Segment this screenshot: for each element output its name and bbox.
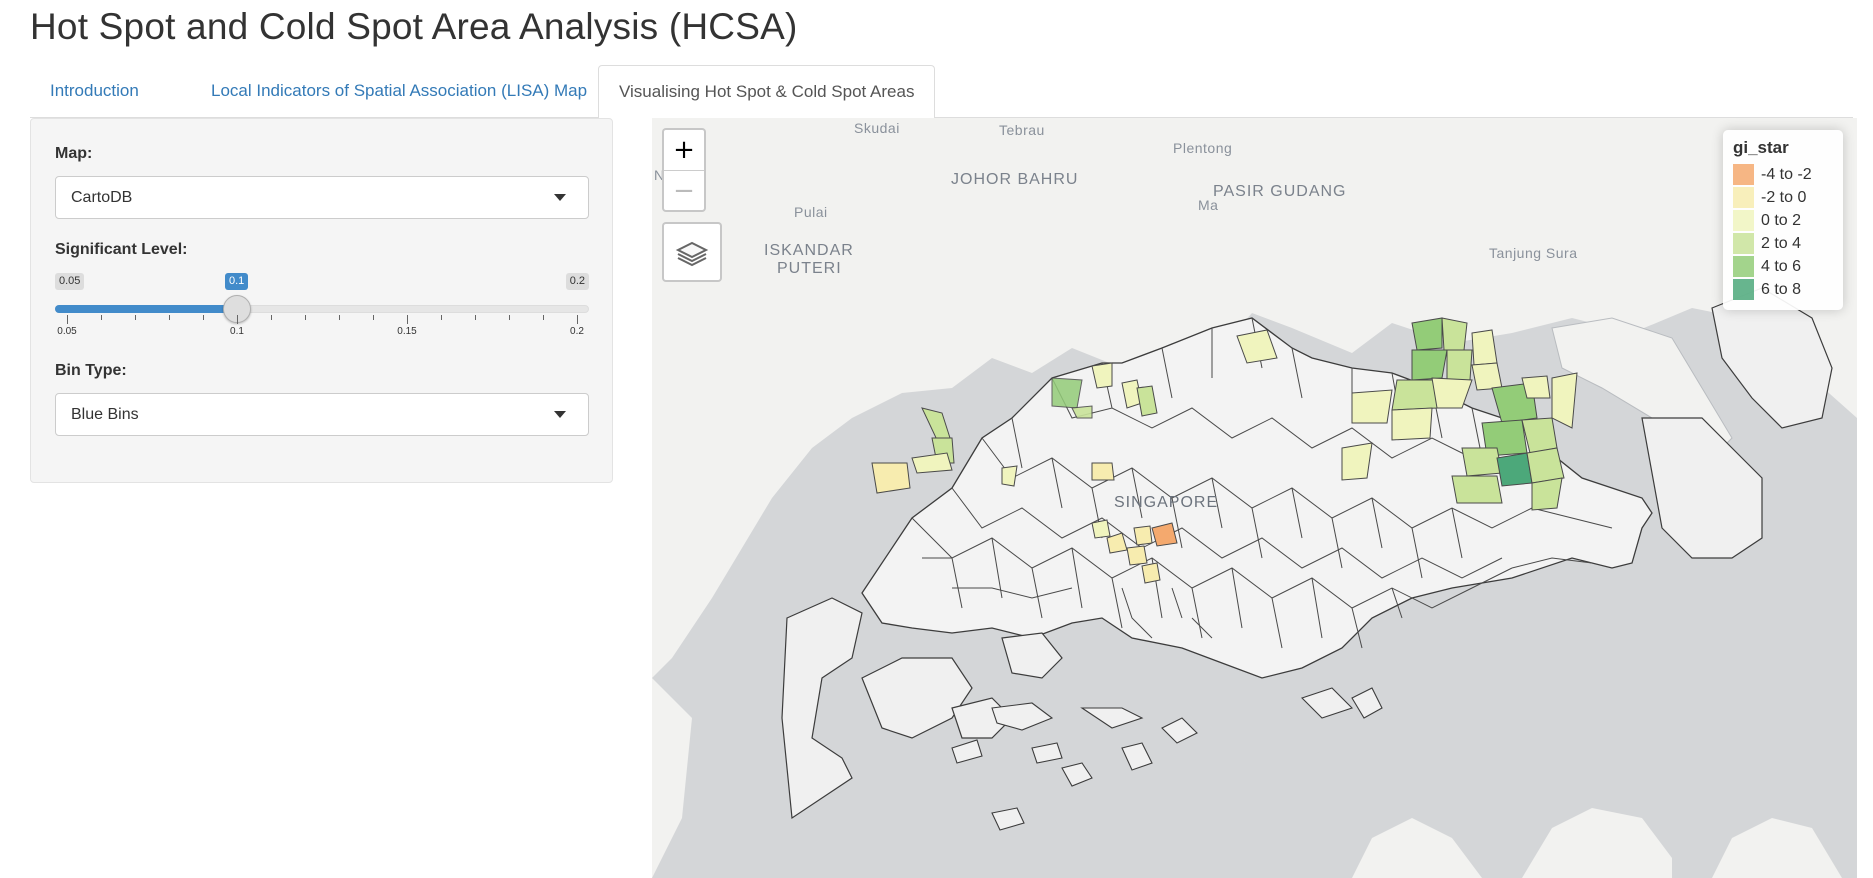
legend-item: 6 to 8 — [1733, 278, 1833, 301]
slider-tick — [339, 315, 340, 320]
slider-tick — [373, 315, 374, 320]
slider-max-bubble: 0.2 — [565, 273, 589, 290]
significant-level-label: Significant Level: — [55, 241, 188, 258]
map-label-plentong: Plentong — [1173, 140, 1233, 156]
map-select-value: CartoDB — [71, 189, 133, 206]
slider-tick — [271, 315, 272, 320]
slider-tick — [441, 315, 442, 320]
slider-tick — [475, 315, 476, 320]
slider-tick — [67, 315, 68, 324]
bin-type-label: Bin Type: — [55, 362, 127, 379]
map-label-skudai: Skudai — [854, 120, 900, 136]
caret-down-icon — [554, 411, 566, 418]
map-label-tebrau: Tebrau — [999, 122, 1045, 138]
slider-tick — [407, 315, 408, 324]
slider-tick — [509, 315, 510, 320]
significant-level-slider[interactable]: 0.05 0.1 0.2 0.05 0.1 0.15 0.2 — [55, 269, 589, 349]
map-label-johor-bahru: JOHOR BAHRU — [951, 171, 1079, 188]
caret-down-icon — [554, 194, 566, 201]
map-label-singapore: SINGAPORE — [1114, 494, 1219, 511]
slider-tick-label: 0.2 — [570, 326, 584, 337]
slider-tick — [203, 315, 204, 320]
map-select-label: Map: — [55, 145, 93, 162]
legend-swatch — [1733, 256, 1754, 277]
map-label-tanjung-surat: Tanjung Sura — [1489, 245, 1578, 261]
slider-value-bubble: 0.1 — [225, 273, 249, 290]
zoom-control: + − — [662, 128, 706, 212]
page-title: Hot Spot and Cold Spot Area Analysis (HC… — [30, 6, 798, 47]
layers-icon — [675, 241, 709, 267]
map-label-pasir-gudang: PASIR GUDANG — [1213, 183, 1347, 200]
slider-min-bubble: 0.05 — [55, 273, 85, 290]
slider-tick — [169, 315, 170, 320]
map-legend: gi_star -4 to -2 -2 to 0 0 to 2 2 to 4 4 to … — [1723, 130, 1843, 310]
zoom-in-button[interactable]: + — [664, 130, 704, 170]
slider-tick — [543, 315, 544, 320]
slider-tick — [305, 315, 306, 320]
basemap — [652, 118, 1857, 878]
slider-tick-label: 0.1 — [230, 326, 244, 337]
tab-bar: Introduction Local Indicators of Spatial… — [30, 65, 1853, 119]
slider-tick — [577, 315, 578, 324]
slider-tick — [237, 315, 238, 324]
legend-label: 0 to 2 — [1761, 211, 1802, 229]
legend-item: -4 to -2 — [1733, 163, 1833, 186]
slider-fill — [55, 305, 237, 313]
slider-tick — [135, 315, 136, 320]
slider-tick-label: 0.05 — [57, 326, 77, 337]
map-label-iskandar: ISKANDAR — [764, 242, 854, 259]
legend-swatch — [1733, 210, 1754, 231]
legend-title: gi_star — [1733, 138, 1789, 157]
map-panel[interactable]: Skudai Tebrau Plentong JOHOR BAHRU PASIR… — [652, 118, 1857, 878]
legend-label: 2 to 4 — [1761, 234, 1802, 252]
map-label-puteri: PUTERI — [777, 260, 842, 277]
legend-item: 0 to 2 — [1733, 209, 1833, 232]
legend-swatch — [1733, 279, 1754, 300]
sidebar-panel: Map: CartoDB Significant Level: 0.05 0.1… — [30, 118, 613, 483]
layers-button[interactable] — [662, 222, 722, 282]
zoom-out-button[interactable]: − — [664, 170, 704, 210]
slider-tick — [101, 315, 102, 320]
bin-type-value: Blue Bins — [71, 406, 139, 423]
bin-type-select[interactable]: Blue Bins — [55, 393, 589, 436]
legend-swatch — [1733, 187, 1754, 208]
legend-item: 2 to 4 — [1733, 232, 1833, 255]
legend-item: -2 to 0 — [1733, 186, 1833, 209]
map-label-ma: Ma — [1198, 197, 1219, 213]
legend-label: -2 to 0 — [1761, 188, 1807, 206]
slider-tick-label: 0.15 — [397, 326, 417, 337]
legend-label: -4 to -2 — [1761, 165, 1812, 183]
legend-label: 6 to 8 — [1761, 280, 1802, 298]
legend-swatch — [1733, 233, 1754, 254]
legend-label: 4 to 6 — [1761, 257, 1802, 275]
tab-introduction[interactable]: Introduction — [30, 65, 159, 118]
tab-hot-cold-spot[interactable]: Visualising Hot Spot & Cold Spot Areas — [598, 65, 936, 119]
tab-lisa-map[interactable]: Local Indicators of Spatial Association … — [191, 65, 607, 118]
legend-swatch — [1733, 164, 1754, 185]
map-select[interactable]: CartoDB — [55, 176, 589, 219]
legend-item: 4 to 6 — [1733, 255, 1833, 278]
map-label-pulai: Pulai — [794, 204, 828, 220]
